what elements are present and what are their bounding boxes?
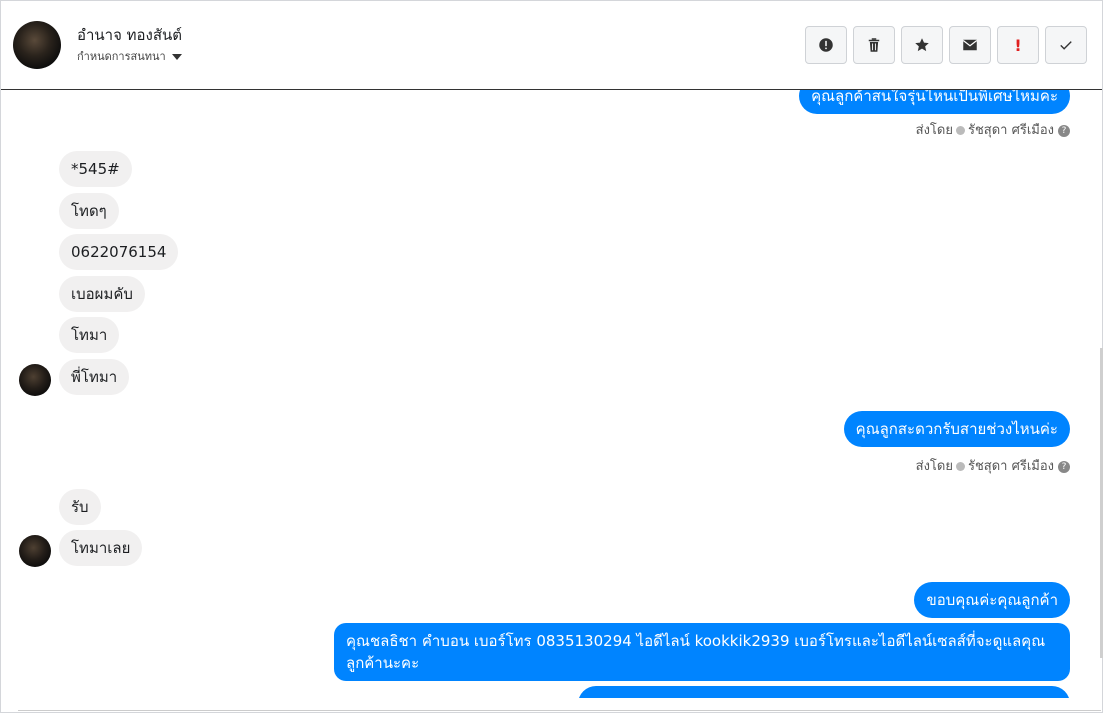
exclamation-icon: ! [1014, 35, 1022, 55]
agent-status-icon [955, 462, 965, 471]
sent-by-label: ส่งโดย [915, 459, 953, 474]
help-icon[interactable]: ? [1058, 124, 1070, 137]
trash-icon [868, 38, 880, 52]
incoming-message[interactable]: พี่โทมา [59, 359, 130, 395]
agent-name[interactable]: รัชสุดา ศรีเมือง [968, 459, 1054, 474]
delete-button[interactable] [853, 26, 895, 64]
agent-status-icon [955, 126, 965, 135]
outgoing-message-partial[interactable] [578, 686, 1070, 698]
incoming-message[interactable]: 0622076154 [59, 234, 179, 270]
follow-up-button[interactable]: ! [997, 26, 1039, 64]
mark-unread-button[interactable] [949, 26, 991, 64]
report-button[interactable] [805, 26, 847, 64]
envelope-icon [962, 39, 978, 51]
star-icon [915, 38, 929, 52]
help-icon[interactable]: ? [1058, 460, 1070, 473]
mark-done-button[interactable] [1045, 26, 1087, 64]
sent-by-meta: ส่งโดย รัชสุดา ศรีเมือง? [916, 119, 1070, 140]
caret-down-icon [171, 54, 182, 60]
agent-name[interactable]: รัชสุดา ศรีเมือง [968, 123, 1054, 138]
sender-avatar[interactable] [19, 364, 51, 396]
sent-by-meta: ส่งโดย รัชสุดา ศรีเมือง? [916, 455, 1070, 476]
check-icon [1060, 41, 1072, 50]
incoming-message[interactable]: เบอผมคับ [59, 276, 145, 312]
conversation-label-dropdown[interactable]: กำหนดการสนทนา [77, 47, 182, 65]
incoming-message[interactable]: โทดๆ [59, 193, 119, 229]
sent-by-label: ส่งโดย [915, 123, 953, 138]
incoming-message[interactable]: โทมาเลย [59, 530, 143, 566]
incoming-message[interactable]: โทมา [59, 317, 120, 353]
contact-avatar[interactable] [13, 21, 61, 69]
incoming-message[interactable]: รับ [59, 489, 101, 525]
outgoing-message[interactable]: คุณลูกค้าสนใจรุ่นไหนเป็นพิเศษไหมคะ [799, 90, 1070, 114]
conversation-header: อำนาจ ทองสันต์ กำหนดการสนทนา ! [1, 1, 1102, 90]
star-button[interactable] [901, 26, 943, 64]
sender-avatar[interactable] [19, 535, 51, 567]
conversation-label-text: กำหนดการสนทนา [77, 50, 166, 63]
outgoing-message[interactable]: คุณลูกสะดวกรับสายช่วงไหนค่ะ [843, 411, 1070, 447]
outgoing-message[interactable]: คุณชลธิชา คำบอน เบอร์โทร 0835130294 ไอดี… [334, 623, 1070, 681]
contact-name[interactable]: อำนาจ ทองสันต์ [77, 23, 182, 47]
incoming-message[interactable]: *545# [59, 151, 132, 187]
action-toolbar: ! [805, 26, 1087, 64]
message-thread[interactable]: คุณลูกค้าสนใจรุ่นไหนเป็นพิเศษไหมคะ ส่งโด… [1, 90, 1102, 698]
outgoing-message[interactable]: ขอบคุณค่ะคุณลูกค้า [914, 582, 1070, 618]
alert-circle-icon [819, 38, 833, 52]
